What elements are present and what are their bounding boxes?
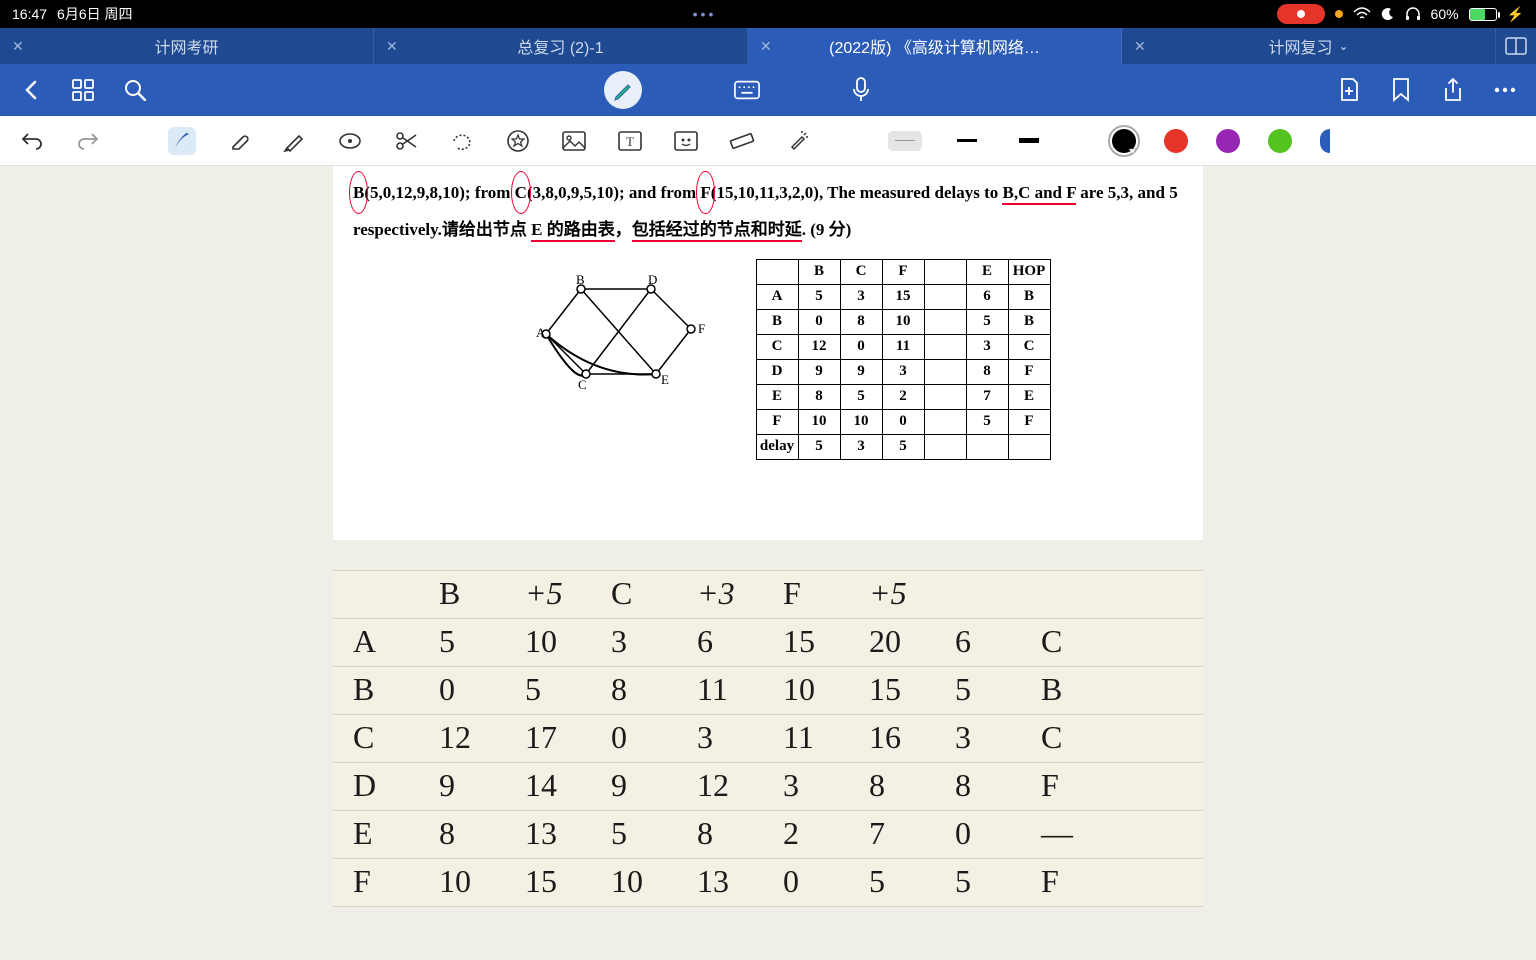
problem-text: B(5,0,12,9,8,10); from C(3,8,0,9,5,10); … <box>353 174 1183 249</box>
close-icon[interactable]: ✕ <box>1134 38 1146 55</box>
wifi-icon <box>1353 7 1371 21</box>
color-green[interactable] <box>1268 129 1292 153</box>
moon-icon <box>1381 7 1395 21</box>
close-icon[interactable]: ✕ <box>386 38 398 55</box>
chevron-down-icon[interactable]: ⌄ <box>1338 39 1348 53</box>
split-view-icon[interactable] <box>1496 28 1536 64</box>
tab-0[interactable]: ✕ 计网考研 <box>0 28 374 64</box>
svg-text:T: T <box>626 134 634 149</box>
redo-icon[interactable] <box>74 127 102 155</box>
handwriting-area[interactable]: B+5C+3F+5A5103615206CB0581110155BC121703… <box>333 570 1203 906</box>
close-icon[interactable]: ✕ <box>12 38 24 55</box>
battery-pct: 60% <box>1431 6 1459 22</box>
tab-3[interactable]: ✕ 计网复习 ⌄ <box>1122 28 1496 64</box>
charging-icon: ⚡ <box>1507 6 1524 23</box>
undo-icon[interactable] <box>18 127 46 155</box>
more-icon[interactable] <box>1492 77 1518 103</box>
color-red[interactable] <box>1164 129 1188 153</box>
tab-label: 计网复习 <box>1268 34 1332 58</box>
scissors-icon[interactable] <box>392 127 420 155</box>
back-button[interactable] <box>18 77 44 103</box>
add-page-icon[interactable] <box>1336 77 1362 103</box>
tab-1[interactable]: ✕ 总复习 (2)-1 <box>374 28 748 64</box>
svg-text:E: E <box>661 372 669 387</box>
svg-text:F: F <box>698 321 705 336</box>
color-blue[interactable] <box>1320 129 1330 153</box>
lasso-icon[interactable] <box>448 127 476 155</box>
close-icon[interactable]: ✕ <box>760 38 772 55</box>
document-canvas[interactable]: B(5,0,12,9,8,10); from C(3,8,0,9,5,10); … <box>0 166 1536 960</box>
laser-icon[interactable] <box>784 127 812 155</box>
keyboard-icon[interactable] <box>734 77 760 103</box>
routing-table: BCFEHOPA53156BB08105BC120113CD9938FE8527… <box>756 259 1051 460</box>
network-graph: A B D F E C <box>526 269 716 399</box>
color-black[interactable] <box>1112 129 1136 153</box>
highlighter-icon[interactable] <box>280 127 308 155</box>
tab-2[interactable]: ✕ (2022版) 《高级计算机网络… <box>748 28 1122 64</box>
image-tool-icon[interactable] <box>560 127 588 155</box>
pen-tool-icon[interactable] <box>168 127 196 155</box>
search-icon[interactable] <box>122 77 148 103</box>
page-content: B(5,0,12,9,8,10); from C(3,8,0,9,5,10); … <box>333 166 1203 540</box>
privacy-dot <box>1335 10 1343 18</box>
favorite-tool-icon[interactable] <box>504 127 532 155</box>
stroke-med[interactable] <box>950 131 984 151</box>
tab-label: 计网考研 <box>154 34 218 58</box>
microphone-icon[interactable] <box>842 71 880 109</box>
status-bar: 16:47 6月6日 周四 ••• 60% ⚡ <box>0 0 1536 28</box>
tool-palette: T <box>0 116 1536 166</box>
status-time: 16:47 <box>12 6 47 22</box>
screen-record-indicator[interactable] <box>1277 4 1325 24</box>
battery-icon <box>1469 8 1497 21</box>
svg-text:A: A <box>536 325 546 340</box>
svg-text:B: B <box>576 272 585 287</box>
stroke-thin[interactable] <box>888 131 922 151</box>
app-toolbar <box>0 64 1536 116</box>
eraser-icon[interactable] <box>224 127 252 155</box>
svg-text:C: C <box>578 377 587 392</box>
pen-mode-button[interactable] <box>604 71 642 109</box>
tab-label: 总复习 (2)-1 <box>517 34 603 58</box>
sticker-icon[interactable] <box>672 127 700 155</box>
grid-view-icon[interactable] <box>70 77 96 103</box>
ruler-icon[interactable] <box>728 127 756 155</box>
svg-text:D: D <box>648 272 657 287</box>
status-date: 6月6日 周四 <box>57 4 132 24</box>
bookmark-icon[interactable] <box>1388 77 1414 103</box>
share-icon[interactable] <box>1440 77 1466 103</box>
tab-label: (2022版) 《高级计算机网络… <box>829 34 1040 58</box>
headphones-icon <box>1405 7 1421 21</box>
shape-tool-icon[interactable] <box>336 127 364 155</box>
tab-bar: ✕ 计网考研 ✕ 总复习 (2)-1 ✕ (2022版) 《高级计算机网络… ✕… <box>0 28 1536 64</box>
color-purple[interactable] <box>1216 129 1240 153</box>
text-tool-icon[interactable]: T <box>616 127 644 155</box>
stroke-thick[interactable] <box>1012 131 1046 151</box>
status-dots[interactable]: ••• <box>133 6 1277 22</box>
